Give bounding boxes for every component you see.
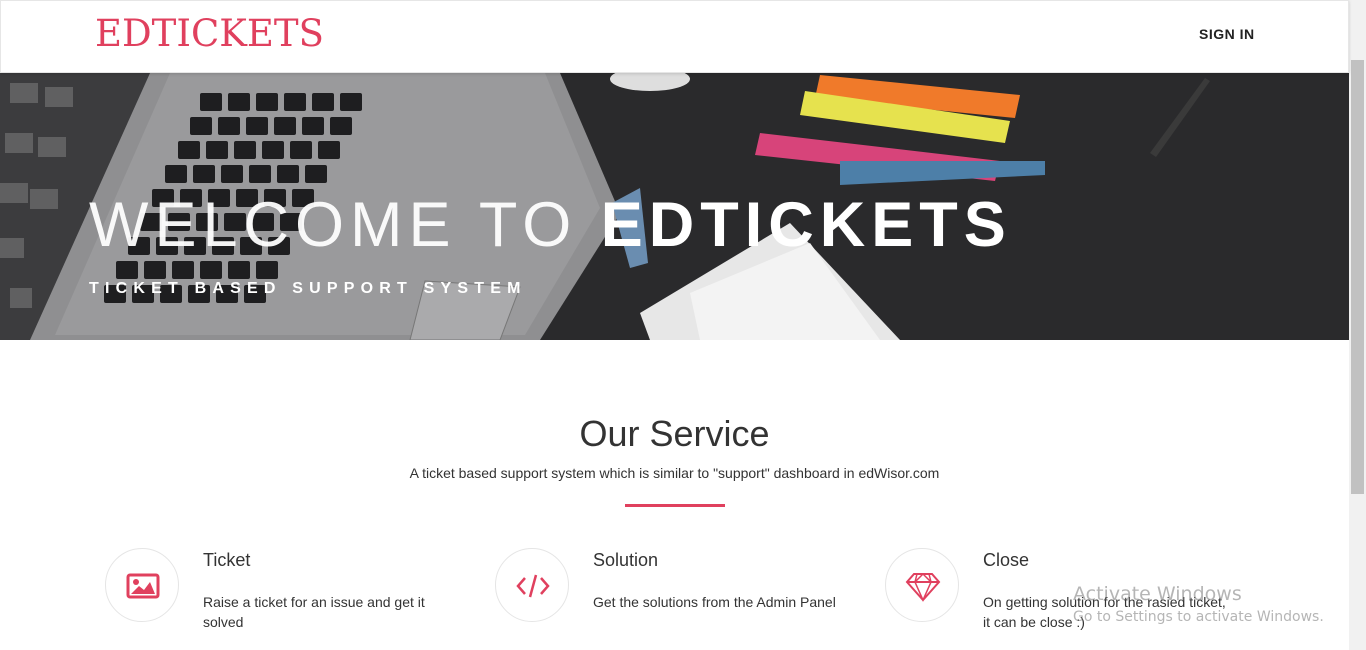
- navbar: EDTICKETS SIGN IN: [0, 0, 1349, 73]
- page-scrollbar[interactable]: [1349, 0, 1366, 650]
- watermark-title: Activate Windows: [1073, 583, 1242, 605]
- code-icon: [516, 574, 550, 598]
- hero-title-light: WELCOME TO: [89, 190, 578, 260]
- hero-subtitle: TICKET BASED SUPPORT SYSTEM: [89, 280, 527, 297]
- hero-title-bold: EDTICKETS: [600, 190, 1012, 260]
- feature-description: Raise a ticket for an issue and get it s…: [203, 594, 425, 630]
- activate-windows-watermark: Activate Windows Go to Settings to activ…: [1073, 583, 1324, 625]
- feature-icon-circle: [105, 548, 179, 622]
- sign-in-link[interactable]: SIGN IN: [1199, 26, 1255, 42]
- scrollbar-thumb[interactable]: [1351, 60, 1364, 494]
- feature-description: Get the solutions from the Admin Panel: [593, 594, 836, 610]
- hero-banner: WELCOME TO EDTICKETS TICKET BASED SUPPOR…: [0, 73, 1349, 340]
- feature-ticket: Ticket Raise a ticket for an issue and g…: [105, 548, 465, 648]
- feature-title: Close: [983, 550, 1030, 570]
- service-divider: [625, 504, 725, 507]
- feature-icon-circle: [495, 548, 569, 622]
- feature-title: Solution: [593, 550, 659, 570]
- service-title: Our Service: [579, 413, 770, 454]
- feature-icon-circle: [885, 548, 959, 622]
- brand-logo[interactable]: EDTICKETS: [95, 11, 324, 57]
- diamond-icon: [905, 572, 941, 602]
- feature-title: Ticket: [203, 550, 251, 570]
- watermark-subtitle: Go to Settings to activate Windows.: [1073, 609, 1324, 625]
- feature-solution: Solution Get the solutions from the Admi…: [495, 548, 855, 648]
- hero-title: WELCOME TO EDTICKETS: [89, 189, 1012, 261]
- service-description: A ticket based support system which is s…: [409, 465, 940, 481]
- image-icon: [126, 573, 160, 599]
